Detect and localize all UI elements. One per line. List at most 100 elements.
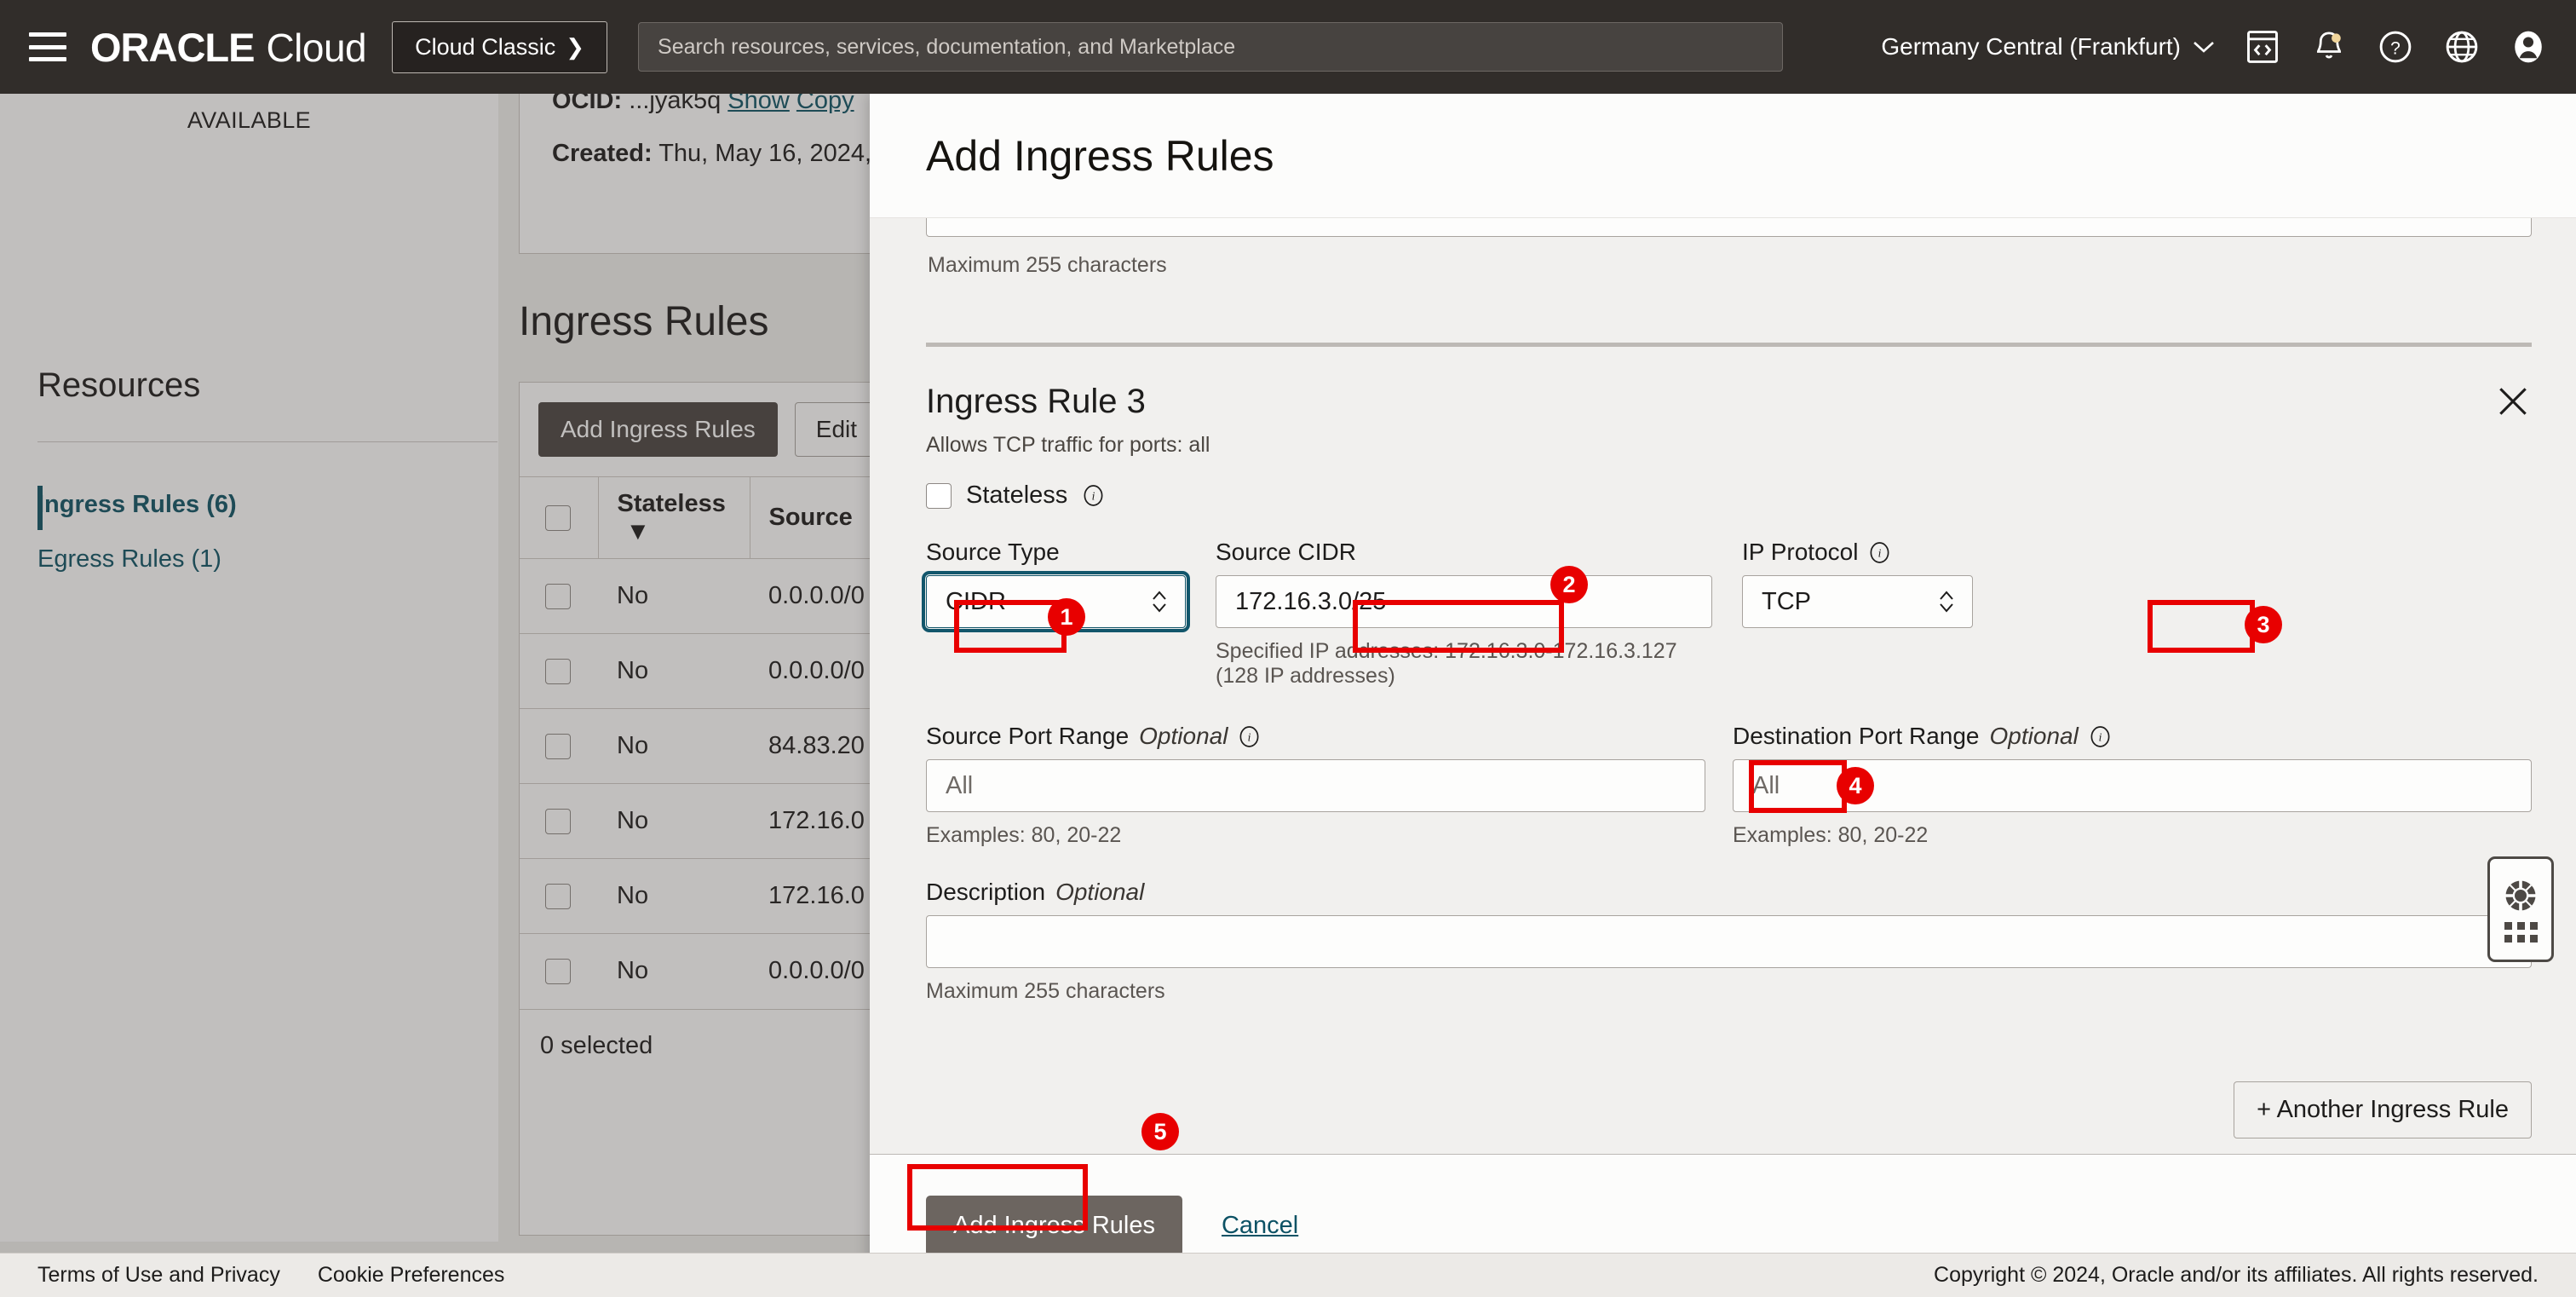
- region-selector[interactable]: Germany Central (Frankfurt): [1881, 33, 2215, 61]
- previous-rule-description-clipped: Maximum 255 characters: [926, 218, 2532, 291]
- ocid-show-link[interactable]: Show: [727, 94, 790, 114]
- notifications-bell-icon[interactable]: [2310, 28, 2348, 66]
- table-toolbar: Add Ingress Rules Edit: [520, 383, 900, 476]
- column-header-label: Stateless: [617, 489, 726, 517]
- row-checkbox[interactable]: [545, 883, 571, 909]
- row-checkbox[interactable]: [545, 583, 571, 609]
- cell-stateless: No: [598, 633, 750, 709]
- annotation-marker-4: 4: [1837, 767, 1874, 804]
- cloud-classic-button[interactable]: Cloud Classic ❯: [392, 20, 608, 73]
- left-sidebar: AVAILABLE Resources Ingress Rules (6) Eg…: [0, 94, 498, 1242]
- ocid-copy-link[interactable]: Copy: [796, 94, 854, 114]
- source-cidr-hint: Specified IP addresses: 172.16.3.0-172.1…: [1216, 639, 1677, 688]
- page-footer: Terms of Use and Privacy Cookie Preferen…: [0, 1253, 2576, 1297]
- help-question-icon[interactable]: ?: [2377, 28, 2414, 66]
- description-hint: Maximum 255 characters: [926, 979, 1165, 1003]
- ingress-rules-table-panel: Add Ingress Rules Edit Stateless▼ Source…: [519, 382, 900, 1236]
- created-line: Created: Thu, May 16, 2024, 0: [552, 136, 900, 170]
- ip-protocol-select[interactable]: TCP: [1742, 575, 1973, 628]
- source-cidr-field: Source CIDR Specified IP addresses: 172.…: [1216, 539, 1712, 689]
- panel-title: Add Ingress Rules: [926, 131, 1274, 180]
- source-port-range-input[interactable]: [926, 759, 1705, 812]
- row-checkbox[interactable]: [545, 658, 571, 684]
- brand-oracle-text: ORACLE: [90, 24, 255, 70]
- column-header-stateless[interactable]: Stateless▼: [597, 476, 750, 559]
- annotation-marker-3: 3: [2245, 606, 2282, 643]
- stateless-field: Stateless i: [926, 481, 2532, 510]
- column-header-label: Source: [768, 504, 853, 531]
- cookie-preferences-link[interactable]: Cookie Preferences: [318, 1263, 505, 1288]
- ip-protocol-value: TCP: [1762, 587, 1811, 615]
- selection-count: 0 selected: [520, 1008, 900, 1060]
- another-rule-wrap: + Another Ingress Rule: [2234, 1081, 2532, 1138]
- row-checkbox[interactable]: [545, 958, 571, 984]
- cancel-link[interactable]: Cancel: [1222, 1212, 1298, 1240]
- availability-status: AVAILABLE: [187, 107, 312, 133]
- sidebar-item-egress-rules[interactable]: Egress Rules (1): [37, 545, 221, 574]
- table-row[interactable]: No 172.16.0: [520, 858, 900, 934]
- region-label: Germany Central (Frankfurt): [1881, 33, 2181, 60]
- table-row[interactable]: No 172.16.0: [520, 783, 900, 859]
- search-input[interactable]: [638, 22, 1784, 72]
- source-port-range-label: Source Port Range: [926, 723, 1130, 749]
- source-type-label: Source Type: [926, 539, 1060, 565]
- port-range-row: Source Port Range Optional i Examples: 8…: [926, 723, 2532, 848]
- cell-stateless: No: [598, 933, 750, 1009]
- ip-protocol-label-row: IP Protocol i: [1742, 539, 1973, 566]
- row-checkbox[interactable]: [545, 808, 571, 834]
- table-header-row: Stateless▼ Source: [520, 476, 900, 559]
- terms-of-use-link[interactable]: Terms of Use and Privacy: [37, 1263, 280, 1288]
- code-editor-icon[interactable]: [2244, 28, 2281, 66]
- cell-stateless: No: [598, 858, 750, 934]
- table-row[interactable]: No 0.0.0.0/0: [520, 558, 900, 634]
- sidebar-item-label: Ingress Rules (6): [37, 491, 237, 518]
- source-port-range-field: Source Port Range Optional i Examples: 8…: [926, 723, 1705, 848]
- another-ingress-rule-button[interactable]: + Another Ingress Rule: [2234, 1081, 2532, 1138]
- edit-button[interactable]: Edit: [794, 402, 879, 457]
- add-ingress-rules-button[interactable]: Add Ingress Rules: [538, 402, 778, 457]
- info-icon[interactable]: i: [1082, 484, 1105, 507]
- annotation-marker-1: 1: [1048, 598, 1085, 636]
- add-ingress-rules-submit-button[interactable]: Add Ingress Rules: [926, 1196, 1182, 1256]
- description-label: Description: [926, 879, 1046, 905]
- global-search: [638, 22, 1784, 72]
- row-checkbox[interactable]: [545, 733, 571, 759]
- table-body: No 0.0.0.0/0 No 0.0.0.0/0 No 84.83.20 No…: [520, 558, 900, 1009]
- info-icon[interactable]: i: [1868, 541, 1891, 564]
- annotation-marker-2: 2: [1550, 566, 1588, 603]
- cell-stateless: No: [598, 558, 750, 634]
- support-widget-button[interactable]: [2487, 856, 2554, 962]
- sidebar-item-ingress-rules[interactable]: Ingress Rules (6): [37, 491, 237, 519]
- add-ingress-rules-panel: Add Ingress Rules Maximum 255 characters…: [870, 94, 2576, 1297]
- ip-protocol-field: IP Protocol i TCP: [1742, 539, 1973, 689]
- hamburger-menu-icon[interactable]: [29, 32, 66, 61]
- destination-port-range-label-row: Destination Port Range Optional i: [1733, 723, 2532, 750]
- panel-header: Add Ingress Rules: [870, 94, 2576, 218]
- previous-description-hint: Maximum 255 characters: [928, 253, 1167, 277]
- table-row[interactable]: No 0.0.0.0/0: [520, 933, 900, 1009]
- annotation-marker-5: 5: [1141, 1113, 1179, 1150]
- info-icon[interactable]: i: [2089, 725, 2112, 748]
- destination-port-range-hint: Examples: 80, 20-22: [1733, 823, 1929, 847]
- chevron-right-icon: ❯: [566, 34, 585, 60]
- source-cidr-label-row: Source CIDR: [1216, 539, 1712, 566]
- table-row[interactable]: No 0.0.0.0/0: [520, 633, 900, 709]
- user-avatar-icon[interactable]: [2510, 28, 2547, 66]
- select-all-checkbox[interactable]: [545, 504, 571, 531]
- source-port-range-hint: Examples: 80, 20-22: [926, 823, 1122, 847]
- oracle-cloud-logo[interactable]: ORACLE Cloud: [90, 24, 367, 71]
- description-input[interactable]: [926, 915, 2532, 968]
- close-icon[interactable]: [2494, 383, 2532, 420]
- table-row[interactable]: No 84.83.20: [520, 708, 900, 784]
- previous-description-input[interactable]: [926, 218, 2532, 237]
- source-port-range-label-row: Source Port Range Optional i: [926, 723, 1705, 750]
- source-cidr-input[interactable]: [1216, 575, 1712, 628]
- stateless-checkbox[interactable]: [926, 482, 952, 509]
- svg-text:?: ?: [2390, 38, 2401, 58]
- top-navigation-bar: ORACLE Cloud Cloud Classic ❯ Germany Cen…: [0, 0, 2576, 94]
- info-icon[interactable]: i: [1238, 725, 1261, 748]
- cell-stateless: No: [598, 783, 750, 859]
- svg-text:i: i: [1092, 490, 1095, 503]
- select-all-header: [520, 476, 598, 559]
- globe-language-icon[interactable]: [2443, 28, 2481, 66]
